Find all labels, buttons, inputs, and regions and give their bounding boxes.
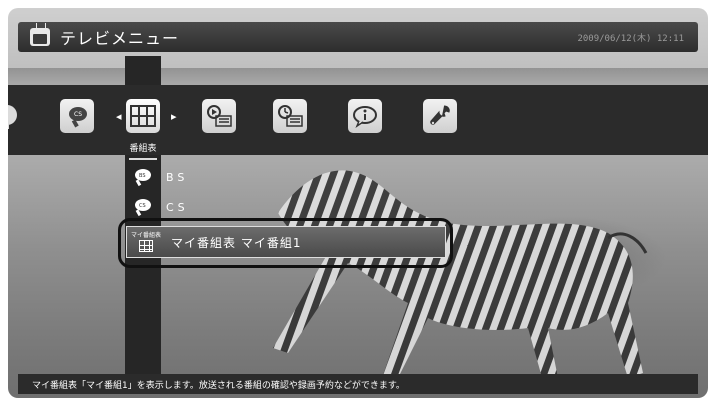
window-title: テレビメニュー <box>60 29 180 48</box>
info-icon[interactable] <box>346 97 384 135</box>
submenu-label-cs: CS <box>166 200 189 214</box>
svg-text:BS: BS <box>139 173 146 179</box>
cs-satellite-icon: CS <box>128 196 154 218</box>
status-bar: マイ番組表「マイ番組1」を表示します。放送される番組の確認や録画予約などができま… <box>18 374 698 394</box>
tv-icon <box>30 23 50 46</box>
wrench-icon[interactable] <box>421 97 459 135</box>
selected-menu-label: 番組表 <box>129 144 157 154</box>
antenna-icon[interactable] <box>8 97 26 135</box>
recorded-programs-icon[interactable] <box>200 97 238 135</box>
submenu-label-bs: BS <box>166 170 189 184</box>
submenu-item-cs[interactable]: CS CS <box>128 196 189 218</box>
status-message: マイ番組表「マイ番組1」を表示します。放送される番組の確認や録画予約などができま… <box>32 380 405 391</box>
datetime-display: 2009/06/12(木) 12:11 <box>577 33 684 44</box>
timer-list-icon[interactable] <box>271 97 309 135</box>
menu-icon-bar: CS ◂ ▸ <box>8 85 708 155</box>
selection-highlight-frame <box>118 218 453 268</box>
menu-divider <box>129 158 157 160</box>
svg-text:CS: CS <box>139 203 146 209</box>
program-guide-icon[interactable] <box>124 97 162 135</box>
bs-satellite-icon: BS <box>128 166 154 188</box>
nav-left-arrow[interactable]: ◂ <box>116 110 122 123</box>
title-bar: テレビメニュー 2009/06/12(木) 12:11 <box>18 22 698 52</box>
cs-satellite-icon[interactable]: CS <box>58 97 96 135</box>
tv-screen: テレビメニュー 2009/06/12(木) 12:11 CS ◂ ▸ 番組表 B… <box>8 8 708 398</box>
svg-text:CS: CS <box>74 111 82 118</box>
nav-right-arrow[interactable]: ▸ <box>171 110 177 123</box>
zebra-background-image <box>273 170 648 381</box>
submenu-item-bs[interactable]: BS BS <box>128 166 188 188</box>
